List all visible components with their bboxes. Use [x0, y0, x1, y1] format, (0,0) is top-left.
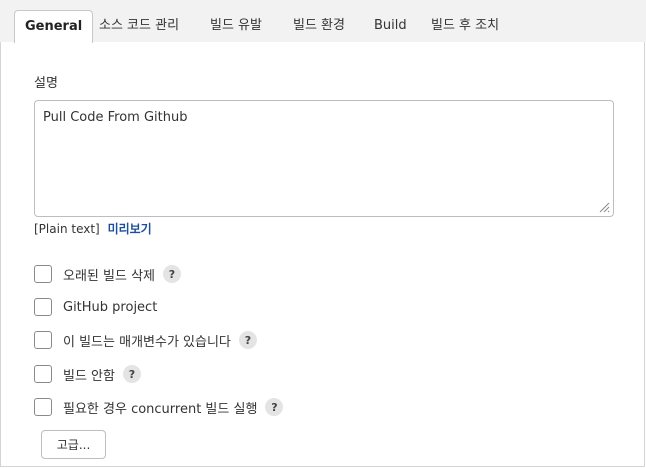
option-label: 빌드 안함	[63, 368, 115, 384]
help-icon[interactable]: ?	[265, 398, 284, 416]
checkbox[interactable]	[34, 298, 52, 316]
tab-bar: General 소스 코드 관리 빌드 유발 빌드 환경 Build 빌드 후 …	[0, 0, 646, 43]
resize-grip-icon[interactable]	[598, 201, 610, 213]
checkbox[interactable]	[34, 331, 52, 349]
option-label: GitHub project	[63, 299, 158, 315]
option-disable-build[interactable]: 빌드 안함 ?	[34, 364, 141, 384]
tab-build[interactable]: Build	[364, 10, 417, 42]
help-icon[interactable]: ?	[163, 265, 181, 283]
help-icon[interactable]: ?	[238, 331, 257, 349]
option-discard-old-builds[interactable]: 오래된 빌드 삭제 ?	[34, 264, 181, 284]
preview-link[interactable]: 미리보기	[108, 222, 152, 236]
format-note: [Plain text]	[34, 222, 100, 236]
help-icon[interactable]: ?	[122, 365, 141, 383]
checkbox[interactable]	[34, 398, 52, 416]
advanced-button[interactable]: 고급...	[41, 430, 106, 459]
description-label: 설명	[34, 76, 58, 91]
format-row: [Plain text] 미리보기	[34, 220, 152, 237]
option-concurrent-builds[interactable]: 필요한 경우 concurrent 빌드 실행 ?	[34, 397, 284, 417]
option-github-project[interactable]: GitHub project	[34, 297, 157, 317]
tab-post-build-actions[interactable]: 빌드 후 조치	[421, 10, 509, 42]
checkbox[interactable]	[34, 265, 52, 283]
option-label: 이 빌드는 매개변수가 있습니다	[63, 334, 231, 350]
tab-source-code-management[interactable]: 소스 코드 관리	[89, 10, 189, 42]
checkbox[interactable]	[34, 365, 52, 383]
option-parameterized[interactable]: 이 빌드는 매개변수가 있습니다 ?	[34, 330, 257, 350]
option-label: 오래된 빌드 삭제	[63, 268, 155, 284]
tab-build-triggers[interactable]: 빌드 유발	[200, 10, 272, 42]
description-textarea[interactable]: Pull Code From Github	[34, 100, 614, 217]
tab-build-environment[interactable]: 빌드 환경	[283, 10, 355, 42]
tab-general[interactable]: General	[14, 10, 94, 43]
option-label: 필요한 경우 concurrent 빌드 실행	[63, 401, 258, 417]
